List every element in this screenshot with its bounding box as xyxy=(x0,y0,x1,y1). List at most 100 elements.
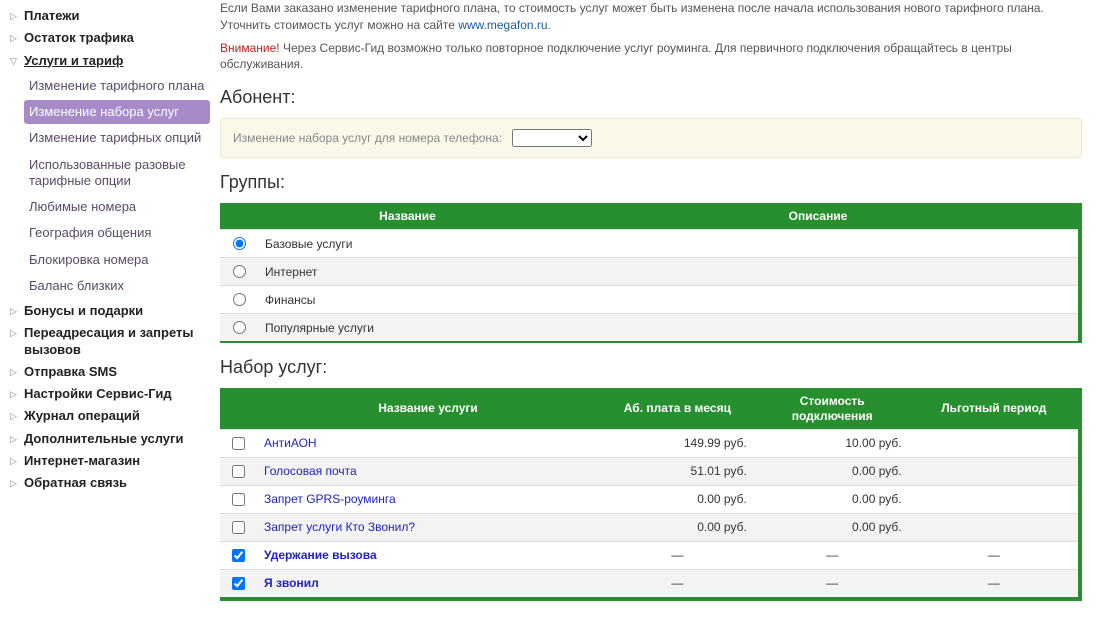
nav-submenu: Изменение тарифного планаИзменение набор… xyxy=(10,74,210,298)
nav-sub-item[interactable]: Изменение набора услуг xyxy=(24,100,210,124)
megafon-link[interactable]: www.megafon.ru xyxy=(458,18,547,32)
service-name-link[interactable]: Запрет услуги Кто Звонил? xyxy=(264,520,415,534)
phone-filter-label: Изменение набора услуг для номера телефо… xyxy=(233,131,502,145)
service-row: АнтиАОН149.99 руб.10.00 руб. xyxy=(220,429,1080,457)
group-desc-cell xyxy=(558,258,1080,286)
group-radio[interactable] xyxy=(233,293,246,306)
section-groups-title: Группы: xyxy=(220,172,1082,193)
nav-label: Дополнительные услуги xyxy=(24,431,183,447)
nav-label: Обратная связь xyxy=(24,475,127,491)
nav-label: Интернет-магазин xyxy=(24,453,140,469)
service-grace-cell xyxy=(910,457,1080,485)
group-name-cell: Базовые услуги xyxy=(257,230,558,258)
intro-line1: Если Вами заказано изменение тарифного п… xyxy=(220,1,1044,15)
nav-label: Отправка SMS xyxy=(24,364,117,380)
nav-sub-item[interactable]: Любимые номера xyxy=(24,195,210,219)
nav-item[interactable]: ▷Интернет-магазин xyxy=(10,450,210,472)
nav-sub-item[interactable]: Баланс близких xyxy=(24,274,210,298)
service-name-link[interactable]: Голосовая почта xyxy=(264,464,357,478)
service-checkbox[interactable] xyxy=(232,549,245,562)
intro-line2b: . xyxy=(548,18,551,32)
service-connect-cell: — xyxy=(755,541,910,569)
nav-item[interactable]: ▷Обратная связь xyxy=(10,472,210,494)
phone-filter-bar: Изменение набора услуг для номера телефо… xyxy=(220,118,1082,158)
service-checkbox[interactable] xyxy=(232,437,245,450)
group-desc-cell xyxy=(558,230,1080,258)
sidebar: ▷Платежи▷Остаток трафика▽Услуги и тарифИ… xyxy=(0,0,210,626)
nav-item[interactable]: ▽Услуги и тариф xyxy=(10,50,210,72)
service-connect-cell: 0.00 руб. xyxy=(755,485,910,513)
nav-arrow-icon: ▷ xyxy=(10,453,24,467)
nav-sub-item[interactable]: Изменение тарифного плана xyxy=(24,74,210,98)
phone-number-select[interactable] xyxy=(512,129,592,147)
section-services-title: Набор услуг: xyxy=(220,357,1082,378)
service-row: Голосовая почта51.01 руб.0.00 руб. xyxy=(220,457,1080,485)
services-header-fee: Аб. плата в месяц xyxy=(600,388,755,429)
services-header-grace: Льготный период xyxy=(910,388,1080,429)
nav-label: Услуги и тариф xyxy=(24,53,123,69)
group-row: Финансы xyxy=(220,286,1080,314)
nav-arrow-icon: ▷ xyxy=(10,431,24,445)
service-fee-cell: 0.00 руб. xyxy=(600,513,755,541)
service-grace-cell xyxy=(910,485,1080,513)
nav-arrow-icon: ▷ xyxy=(10,325,24,339)
nav-sub-item[interactable]: Изменение тарифных опций xyxy=(24,126,210,150)
services-table: Название услуги Аб. плата в месяц Стоимо… xyxy=(220,388,1082,601)
service-name-link[interactable]: Я звонил xyxy=(264,576,319,590)
service-row: Запрет услуги Кто Звонил? 0.00 руб.0.00 р… xyxy=(220,513,1080,541)
group-row: Популярные услуги xyxy=(220,314,1080,343)
nav-item[interactable]: ▷Платежи xyxy=(10,5,210,27)
service-connect-cell: 10.00 руб. xyxy=(755,429,910,457)
group-name-cell: Интернет xyxy=(257,258,558,286)
nav-item[interactable]: ▷Остаток трафика xyxy=(10,27,210,49)
group-radio[interactable] xyxy=(233,321,246,334)
service-fee-cell: 51.01 руб. xyxy=(600,457,755,485)
nav-arrow-icon: ▷ xyxy=(10,30,24,44)
groups-header-empty xyxy=(220,203,257,230)
group-row: Интернет xyxy=(220,258,1080,286)
service-checkbox[interactable] xyxy=(232,577,245,590)
nav-label: Настройки Сервис-Гид xyxy=(24,386,172,402)
nav-arrow-icon: ▷ xyxy=(10,364,24,378)
nav-arrow-icon: ▷ xyxy=(10,8,24,22)
nav-label: Переадресация и запреты вызовов xyxy=(24,325,210,358)
nav-arrow-icon: ▽ xyxy=(10,53,24,67)
warning-text: Внимание! Через Сервис-Гид возможно толь… xyxy=(220,40,1082,74)
group-radio[interactable] xyxy=(233,265,246,278)
nav-label: Журнал операций xyxy=(24,408,140,424)
group-desc-cell xyxy=(558,314,1080,343)
services-header-name: Название услуги xyxy=(256,388,600,429)
service-row: Запрет GPRS-роуминга0.00 руб.0.00 руб. xyxy=(220,485,1080,513)
service-name-link[interactable]: Удержание вызова xyxy=(264,548,377,562)
nav-arrow-icon: ▷ xyxy=(10,386,24,400)
group-radio[interactable] xyxy=(233,237,246,250)
service-row: Я звонил——— xyxy=(220,569,1080,599)
service-grace-cell: — xyxy=(910,541,1080,569)
service-checkbox[interactable] xyxy=(232,493,245,506)
nav-sub-item[interactable]: Использованные разовые тарифные опции xyxy=(24,153,210,194)
service-name-link[interactable]: АнтиАОН xyxy=(264,436,317,450)
service-checkbox[interactable] xyxy=(232,465,245,478)
group-name-cell: Популярные услуги xyxy=(257,314,558,343)
nav-sub-item[interactable]: География общения xyxy=(24,221,210,245)
nav-item[interactable]: ▷Дополнительные услуги xyxy=(10,428,210,450)
nav-item[interactable]: ▷Бонусы и подарки xyxy=(10,300,210,322)
groups-table: Название Описание Базовые услугиИнтернет… xyxy=(220,203,1082,343)
group-name-cell: Финансы xyxy=(257,286,558,314)
nav-item[interactable]: ▷Отправка SMS xyxy=(10,361,210,383)
service-checkbox[interactable] xyxy=(232,521,245,534)
nav-label: Бонусы и подарки xyxy=(24,303,143,319)
intro-line2a: Уточнить стоимость услуг можно на сайте xyxy=(220,18,458,32)
group-desc-cell xyxy=(558,286,1080,314)
groups-header-name: Название xyxy=(257,203,558,230)
nav-item[interactable]: ▷Переадресация и запреты вызовов xyxy=(10,322,210,361)
service-connect-cell: — xyxy=(755,569,910,599)
warning-label: Внимание! xyxy=(220,41,280,55)
service-name-link[interactable]: Запрет GPRS-роуминга xyxy=(264,492,396,506)
service-connect-cell: 0.00 руб. xyxy=(755,513,910,541)
nav-label: Платежи xyxy=(24,8,79,24)
groups-header-desc: Описание xyxy=(558,203,1080,230)
nav-item[interactable]: ▷Журнал операций xyxy=(10,405,210,427)
nav-sub-item[interactable]: Блокировка номера xyxy=(24,248,210,272)
nav-item[interactable]: ▷Настройки Сервис-Гид xyxy=(10,383,210,405)
